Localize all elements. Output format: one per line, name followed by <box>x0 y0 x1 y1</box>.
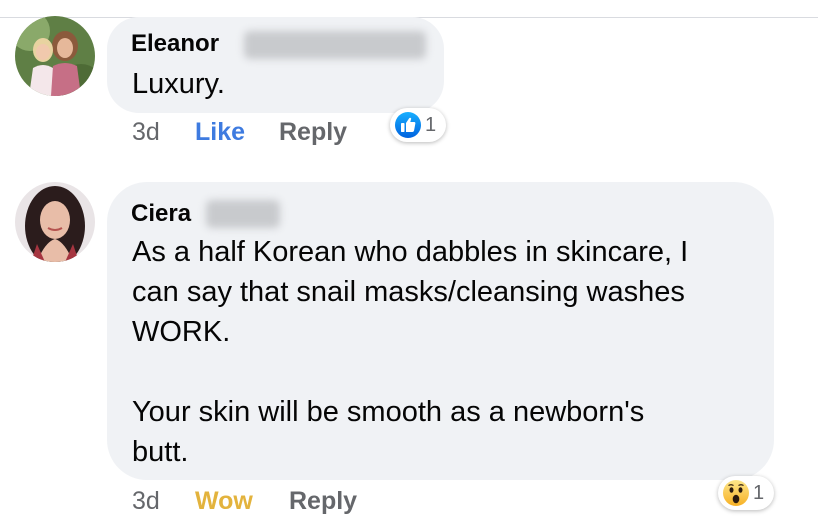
timestamp[interactable]: 3d <box>132 487 160 516</box>
wow-button[interactable]: Wow <box>195 487 253 516</box>
reaction-summary[interactable]: 1 <box>718 476 774 510</box>
reply-button[interactable]: Reply <box>279 118 347 147</box>
timestamp[interactable]: 3d <box>132 118 160 147</box>
redacted-surname <box>206 200 280 228</box>
reaction-count: 1 <box>425 113 437 136</box>
like-icon <box>395 112 421 138</box>
comment-text: As a half Korean who dabbles in skincare… <box>132 236 689 468</box>
avatar[interactable] <box>15 16 95 96</box>
reaction-count: 1 <box>753 481 765 504</box>
wow-icon <box>723 480 749 506</box>
avatar[interactable] <box>15 182 95 262</box>
author-name[interactable]: Ciera <box>131 200 191 228</box>
reply-button[interactable]: Reply <box>289 487 357 516</box>
comment-text: Luxury. <box>132 68 225 100</box>
redacted-surname <box>244 31 426 59</box>
like-button[interactable]: Like <box>195 118 245 147</box>
author-name[interactable]: Eleanor <box>131 30 219 58</box>
reaction-summary[interactable]: 1 <box>390 108 446 142</box>
